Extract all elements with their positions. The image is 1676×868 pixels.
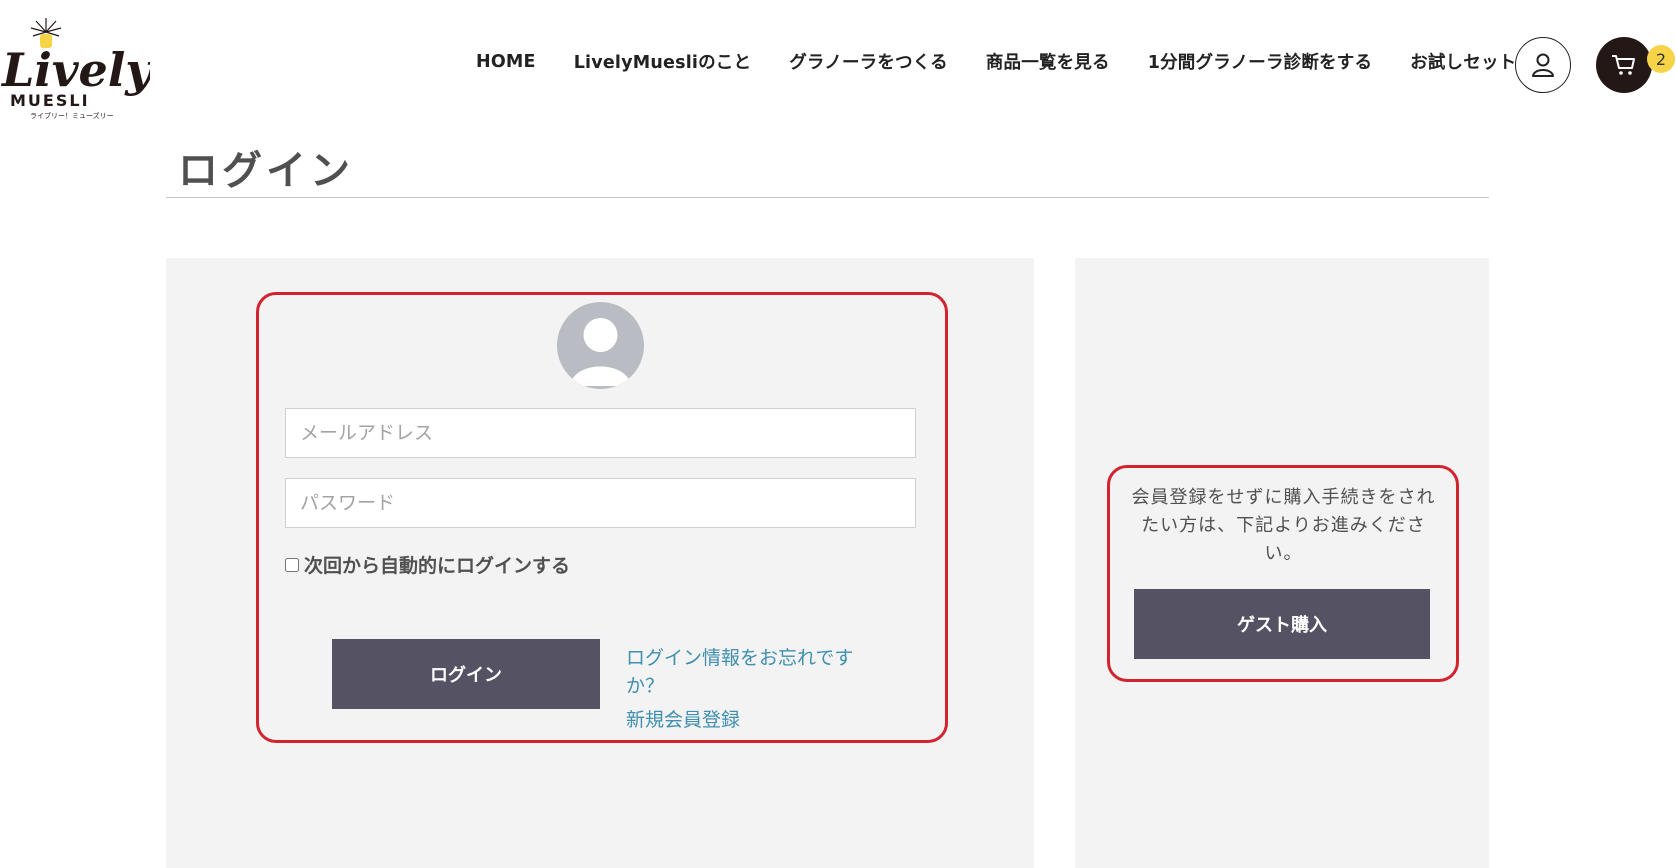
login-button[interactable]: ログイン — [332, 639, 600, 709]
email-input[interactable] — [285, 408, 916, 458]
nav-products[interactable]: 商品一覧を見る — [986, 49, 1110, 74]
main-nav: HOME LivelyMuesliのこと グラノーラをつくる 商品一覧を見る 1… — [476, 49, 1516, 74]
nav-about[interactable]: LivelyMuesliのこと — [574, 49, 752, 74]
logo-subtext: MUESLI — [10, 91, 90, 110]
site-header: Lively! MUESLI ライブリー！ミューズリー HOME LivelyM… — [0, 0, 1676, 128]
remember-me-checkbox[interactable] — [285, 557, 299, 572]
cart-icon — [1612, 55, 1635, 75]
nav-trial-set[interactable]: お試しセット — [1410, 49, 1516, 74]
user-icon — [1532, 53, 1554, 77]
site-logo[interactable]: Lively! MUESLI ライブリー！ミューズリー — [0, 14, 172, 120]
page-title: ログイン — [178, 148, 354, 194]
nav-diagnosis[interactable]: 1分間グラノーラ診断をする — [1148, 49, 1372, 74]
logo-kana: ライブリー！ミューズリー — [30, 111, 114, 120]
remember-me-label: 次回から自動的にログインする — [304, 555, 571, 577]
nav-home[interactable]: HOME — [476, 52, 536, 72]
logo-graphic: Lively! MUESLI ライブリー！ミューズリー — [0, 18, 172, 120]
signup-link[interactable]: 新規会員登録 — [626, 706, 740, 734]
nav-make-granola[interactable]: グラノーラをつくる — [789, 49, 948, 74]
cart-button[interactable] — [1596, 37, 1652, 93]
account-button[interactable] — [1515, 37, 1571, 93]
password-input[interactable] — [285, 478, 916, 528]
guest-message: 会員登録をせずに購入手続きをされたい方は、下記よりお進みください。 — [1131, 487, 1436, 564]
logo-wordmark: Lively! — [0, 43, 150, 97]
title-divider — [166, 197, 1489, 198]
avatar-icon — [557, 302, 644, 389]
forgot-password-link[interactable]: ログイン情報をお忘れですか？ — [626, 644, 886, 700]
cart-count-badge: 2 — [1647, 45, 1675, 73]
remember-me[interactable]: 次回から自動的にログインする — [285, 551, 570, 578]
guest-purchase-button[interactable]: ゲスト購入 — [1134, 589, 1430, 659]
